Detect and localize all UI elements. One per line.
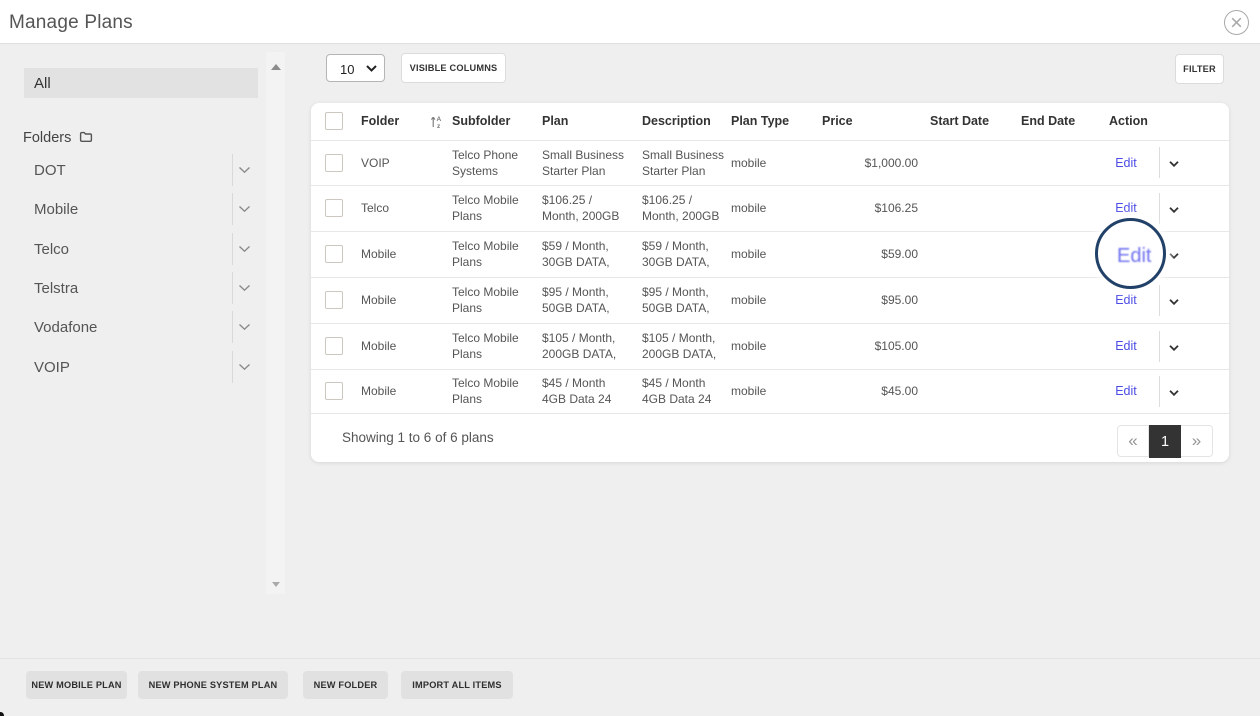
svg-text:A: A (437, 116, 442, 123)
svg-text:z: z (437, 123, 441, 129)
